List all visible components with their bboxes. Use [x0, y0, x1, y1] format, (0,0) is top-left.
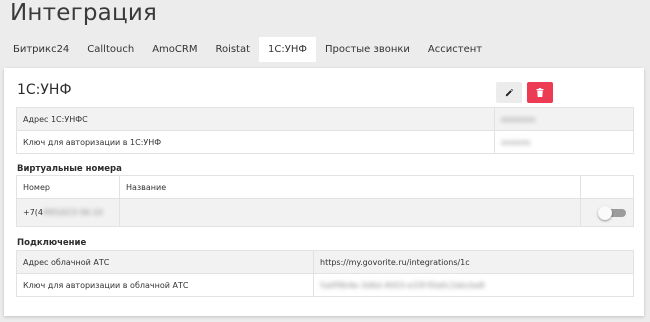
tab-roistat[interactable]: Roistat	[206, 37, 259, 62]
settings-label: Адрес 1С:УНФС	[16, 107, 495, 131]
integration-tabs: Битрикс24 Calltouch AmoCRM Roistat 1С:УН…	[4, 37, 491, 62]
tab-amocrm[interactable]: AmoCRM	[143, 37, 206, 62]
toggle-knob	[598, 205, 612, 220]
column-number: Номер	[16, 175, 120, 199]
settings-value: ооооооо	[494, 107, 634, 131]
settings-value: оооооо	[494, 130, 634, 154]
connection-label: Ключ для авторизации в облачной АТС	[16, 273, 314, 297]
settings-row-address: Адрес 1С:УНФС ооооооо	[16, 107, 634, 131]
trash-icon	[536, 88, 544, 97]
card-title: 1С:УНФ	[17, 82, 72, 98]
connection-row-key: Ключ для авторизации в облачной АТС 5a0f…	[16, 273, 634, 297]
connection-title: Подключение	[17, 238, 87, 248]
pencil-icon	[505, 88, 513, 97]
connection-value: 5a0f9b4e-3d6d-4003-a33f-f0a0c2abcbe8	[313, 273, 634, 297]
toggle-cell	[580, 198, 634, 227]
table-header: Номер Название	[16, 175, 634, 199]
connection-row-address: Адрес облачной АТС https://my.govorite.r…	[16, 250, 634, 274]
tab-calltouch[interactable]: Calltouch	[78, 37, 143, 62]
settings-label: Ключ для авторизации в 1С:УНФ	[16, 130, 495, 154]
name-cell	[119, 198, 581, 227]
settings-row-key: Ключ для авторизации в 1С:УНФ оооооо	[16, 130, 634, 154]
column-toggle	[580, 175, 634, 199]
settings-table: Адрес 1С:УНФС ооооооо Ключ для авторизац…	[16, 107, 634, 154]
tab-bitrix24[interactable]: Битрикс24	[4, 37, 78, 62]
enable-toggle[interactable]	[598, 205, 626, 220]
integration-card: 1С:УНФ Адрес 1С:УНФС ооооооо Ключ для ав…	[4, 68, 644, 316]
tab-assistant[interactable]: Ассистент	[419, 37, 491, 62]
connection-label: Адрес облачной АТС	[16, 250, 314, 274]
connection-value: https://my.govorite.ru/integrations/1c	[313, 250, 634, 274]
virtual-numbers-title: Виртуальные номера	[17, 164, 122, 174]
edit-button[interactable]	[496, 82, 522, 103]
number-cell: +7(4995)023-56-10	[16, 198, 120, 227]
tab-prostye-zvonki[interactable]: Простые звонки	[316, 37, 419, 62]
virtual-numbers-table: Номер Название +7(4995)023-56-10	[16, 175, 634, 227]
table-row: +7(4995)023-56-10	[16, 198, 634, 227]
tab-1c-unf[interactable]: 1С:УНФ	[259, 37, 316, 62]
delete-button[interactable]	[527, 82, 553, 103]
connection-table: Адрес облачной АТС https://my.govorite.r…	[16, 250, 634, 297]
column-name: Название	[119, 175, 581, 199]
page-title: Интеграция	[10, 0, 158, 26]
